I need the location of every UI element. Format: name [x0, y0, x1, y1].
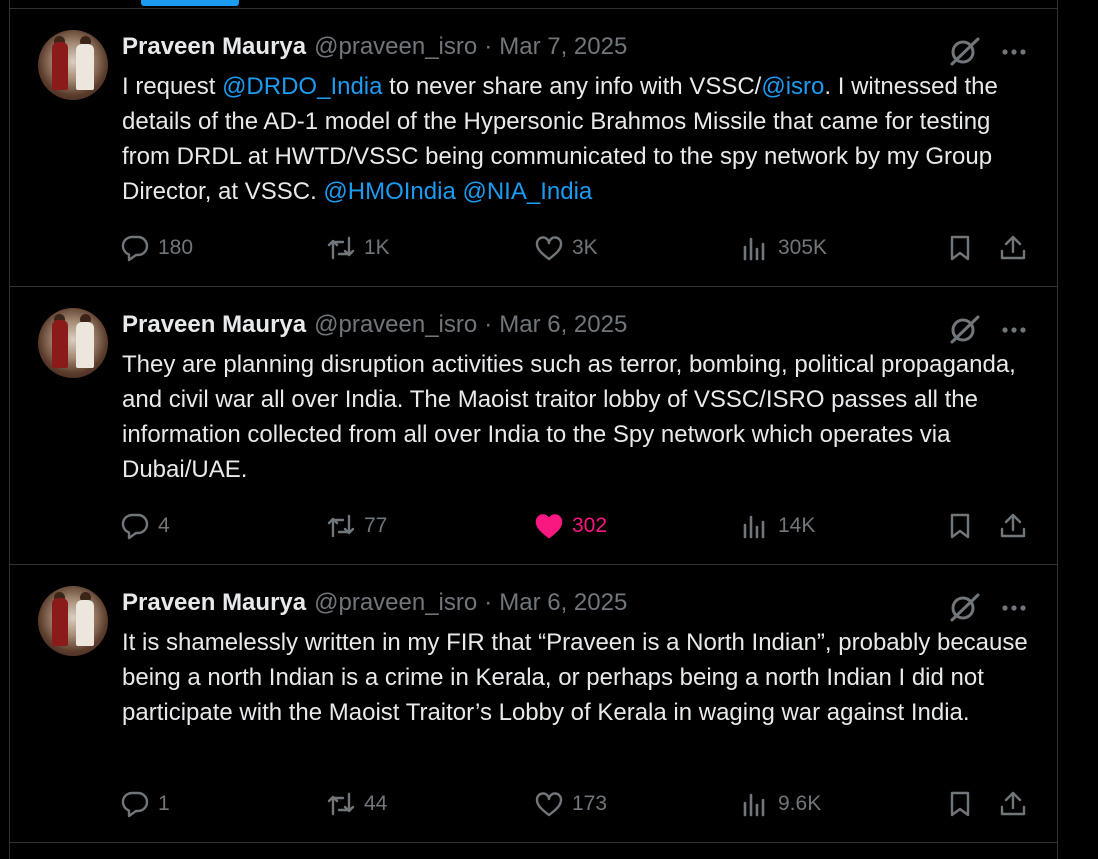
- tweet[interactable]: Praveen Maurya @praveen_isro · Mar 7, 20…: [10, 9, 1057, 287]
- reply-count: 1: [158, 792, 170, 815]
- tweet-date[interactable]: Mar 6, 2025: [499, 589, 627, 617]
- repost-button[interactable]: 1K: [326, 230, 390, 266]
- tweet-text: It is shamelessly written in my FIR that…: [122, 629, 1028, 726]
- bookmark-icon: [950, 791, 970, 817]
- views-icon: [743, 793, 765, 817]
- more-icon[interactable]: [997, 35, 1031, 69]
- views-count: 305K: [778, 236, 828, 259]
- avatar[interactable]: [38, 30, 108, 100]
- grok-icon[interactable]: [948, 34, 982, 68]
- avatar[interactable]: [38, 308, 108, 378]
- tweet[interactable]: Praveen Maurya @praveen_isro · Mar 6, 20…: [10, 287, 1057, 565]
- mention-link[interactable]: @HMOIndia: [323, 178, 455, 205]
- like-button[interactable]: 173: [534, 786, 607, 822]
- reply-icon: [121, 235, 149, 262]
- share-icon: [1000, 235, 1026, 260]
- bookmark-button[interactable]: [945, 230, 975, 266]
- views-icon: [743, 515, 765, 539]
- tweet-actions: 180 1K 3K 305K: [10, 230, 1057, 266]
- reply-icon: [121, 513, 149, 540]
- avatar[interactable]: [38, 586, 108, 656]
- share-button[interactable]: [998, 508, 1028, 544]
- author-handle[interactable]: @praveen_isro: [314, 33, 477, 61]
- repost-icon: [327, 236, 355, 260]
- text-segment: I request: [122, 73, 223, 100]
- grok-icon[interactable]: [948, 312, 982, 346]
- like-icon: [535, 792, 563, 817]
- share-icon: [1000, 513, 1026, 538]
- reply-count: 180: [158, 236, 194, 259]
- tweet-header: Praveen Maurya @praveen_isro · Mar 6, 20…: [122, 309, 627, 341]
- reply-icon: [121, 791, 149, 818]
- like-button[interactable]: 302: [534, 508, 607, 544]
- author-name[interactable]: Praveen Maurya: [122, 589, 306, 617]
- views-button[interactable]: 14K: [740, 508, 815, 544]
- repost-button[interactable]: 44: [326, 786, 387, 822]
- bookmark-button[interactable]: [945, 786, 975, 822]
- repost-count: 44: [364, 792, 388, 815]
- like-button[interactable]: 3K: [534, 230, 598, 266]
- share-icon: [1000, 791, 1026, 816]
- views-button[interactable]: 305K: [740, 230, 827, 266]
- text-segment: to never share any info with VSSC/: [382, 73, 762, 100]
- author-name[interactable]: Praveen Maurya: [122, 311, 306, 339]
- tweet-header: Praveen Maurya @praveen_isro · Mar 6, 20…: [122, 587, 627, 619]
- mention-link[interactable]: @DRDO_India: [222, 73, 382, 100]
- share-button[interactable]: [998, 230, 1028, 266]
- views-count: 14K: [778, 514, 816, 537]
- timeline-feed: Praveen Maurya @praveen_isro · Mar 7, 20…: [9, 0, 1058, 859]
- like-icon: [535, 514, 563, 539]
- repost-icon: [327, 792, 355, 816]
- repost-count: 77: [364, 514, 388, 537]
- views-button[interactable]: 9.6K: [740, 786, 821, 822]
- author-handle[interactable]: @praveen_isro: [314, 311, 477, 339]
- tweet-header: Praveen Maurya @praveen_isro · Mar 7, 20…: [122, 31, 627, 63]
- like-icon: [535, 236, 563, 261]
- mention-link[interactable]: @NIA_India: [462, 178, 592, 205]
- bookmark-button[interactable]: [945, 508, 975, 544]
- repost-button[interactable]: 77: [326, 508, 387, 544]
- repost-count: 1K: [364, 236, 390, 259]
- author-handle[interactable]: @praveen_isro: [314, 589, 477, 617]
- reply-button[interactable]: 1: [120, 786, 170, 822]
- mention-link[interactable]: @isro: [761, 73, 824, 100]
- tweet[interactable]: Praveen Maurya @praveen_isro · Mar 6, 20…: [10, 565, 1057, 843]
- more-icon[interactable]: [997, 591, 1031, 625]
- views-icon: [743, 237, 765, 261]
- bookmark-icon: [950, 513, 970, 539]
- tweet-actions: 1 44 173 9.6K: [10, 786, 1057, 822]
- reply-button[interactable]: 4: [120, 508, 170, 544]
- tweet-text: I request @DRDO_India to never share any…: [122, 69, 1032, 209]
- reply-button[interactable]: 180: [120, 230, 193, 266]
- tweet-date[interactable]: Mar 6, 2025: [499, 311, 627, 339]
- tweet-date[interactable]: Mar 7, 2025: [499, 33, 627, 61]
- like-count: 3K: [572, 236, 598, 259]
- more-icon[interactable]: [997, 313, 1031, 347]
- like-count: 302: [572, 514, 608, 537]
- bookmark-icon: [950, 235, 970, 261]
- separator: ·: [484, 33, 493, 60]
- share-button[interactable]: [998, 786, 1028, 822]
- author-name[interactable]: Praveen Maurya: [122, 33, 306, 61]
- grok-icon[interactable]: [948, 590, 982, 624]
- views-count: 9.6K: [778, 792, 822, 815]
- like-count: 173: [572, 792, 608, 815]
- repost-icon: [327, 514, 355, 538]
- reply-count: 4: [158, 514, 170, 537]
- tweet-actions: 4 77 302 14K: [10, 508, 1057, 544]
- separator: ·: [484, 589, 493, 616]
- active-tab-indicator: [141, 0, 239, 6]
- separator: ·: [484, 311, 493, 338]
- tweet-text: They are planning disruption activities …: [122, 351, 1016, 483]
